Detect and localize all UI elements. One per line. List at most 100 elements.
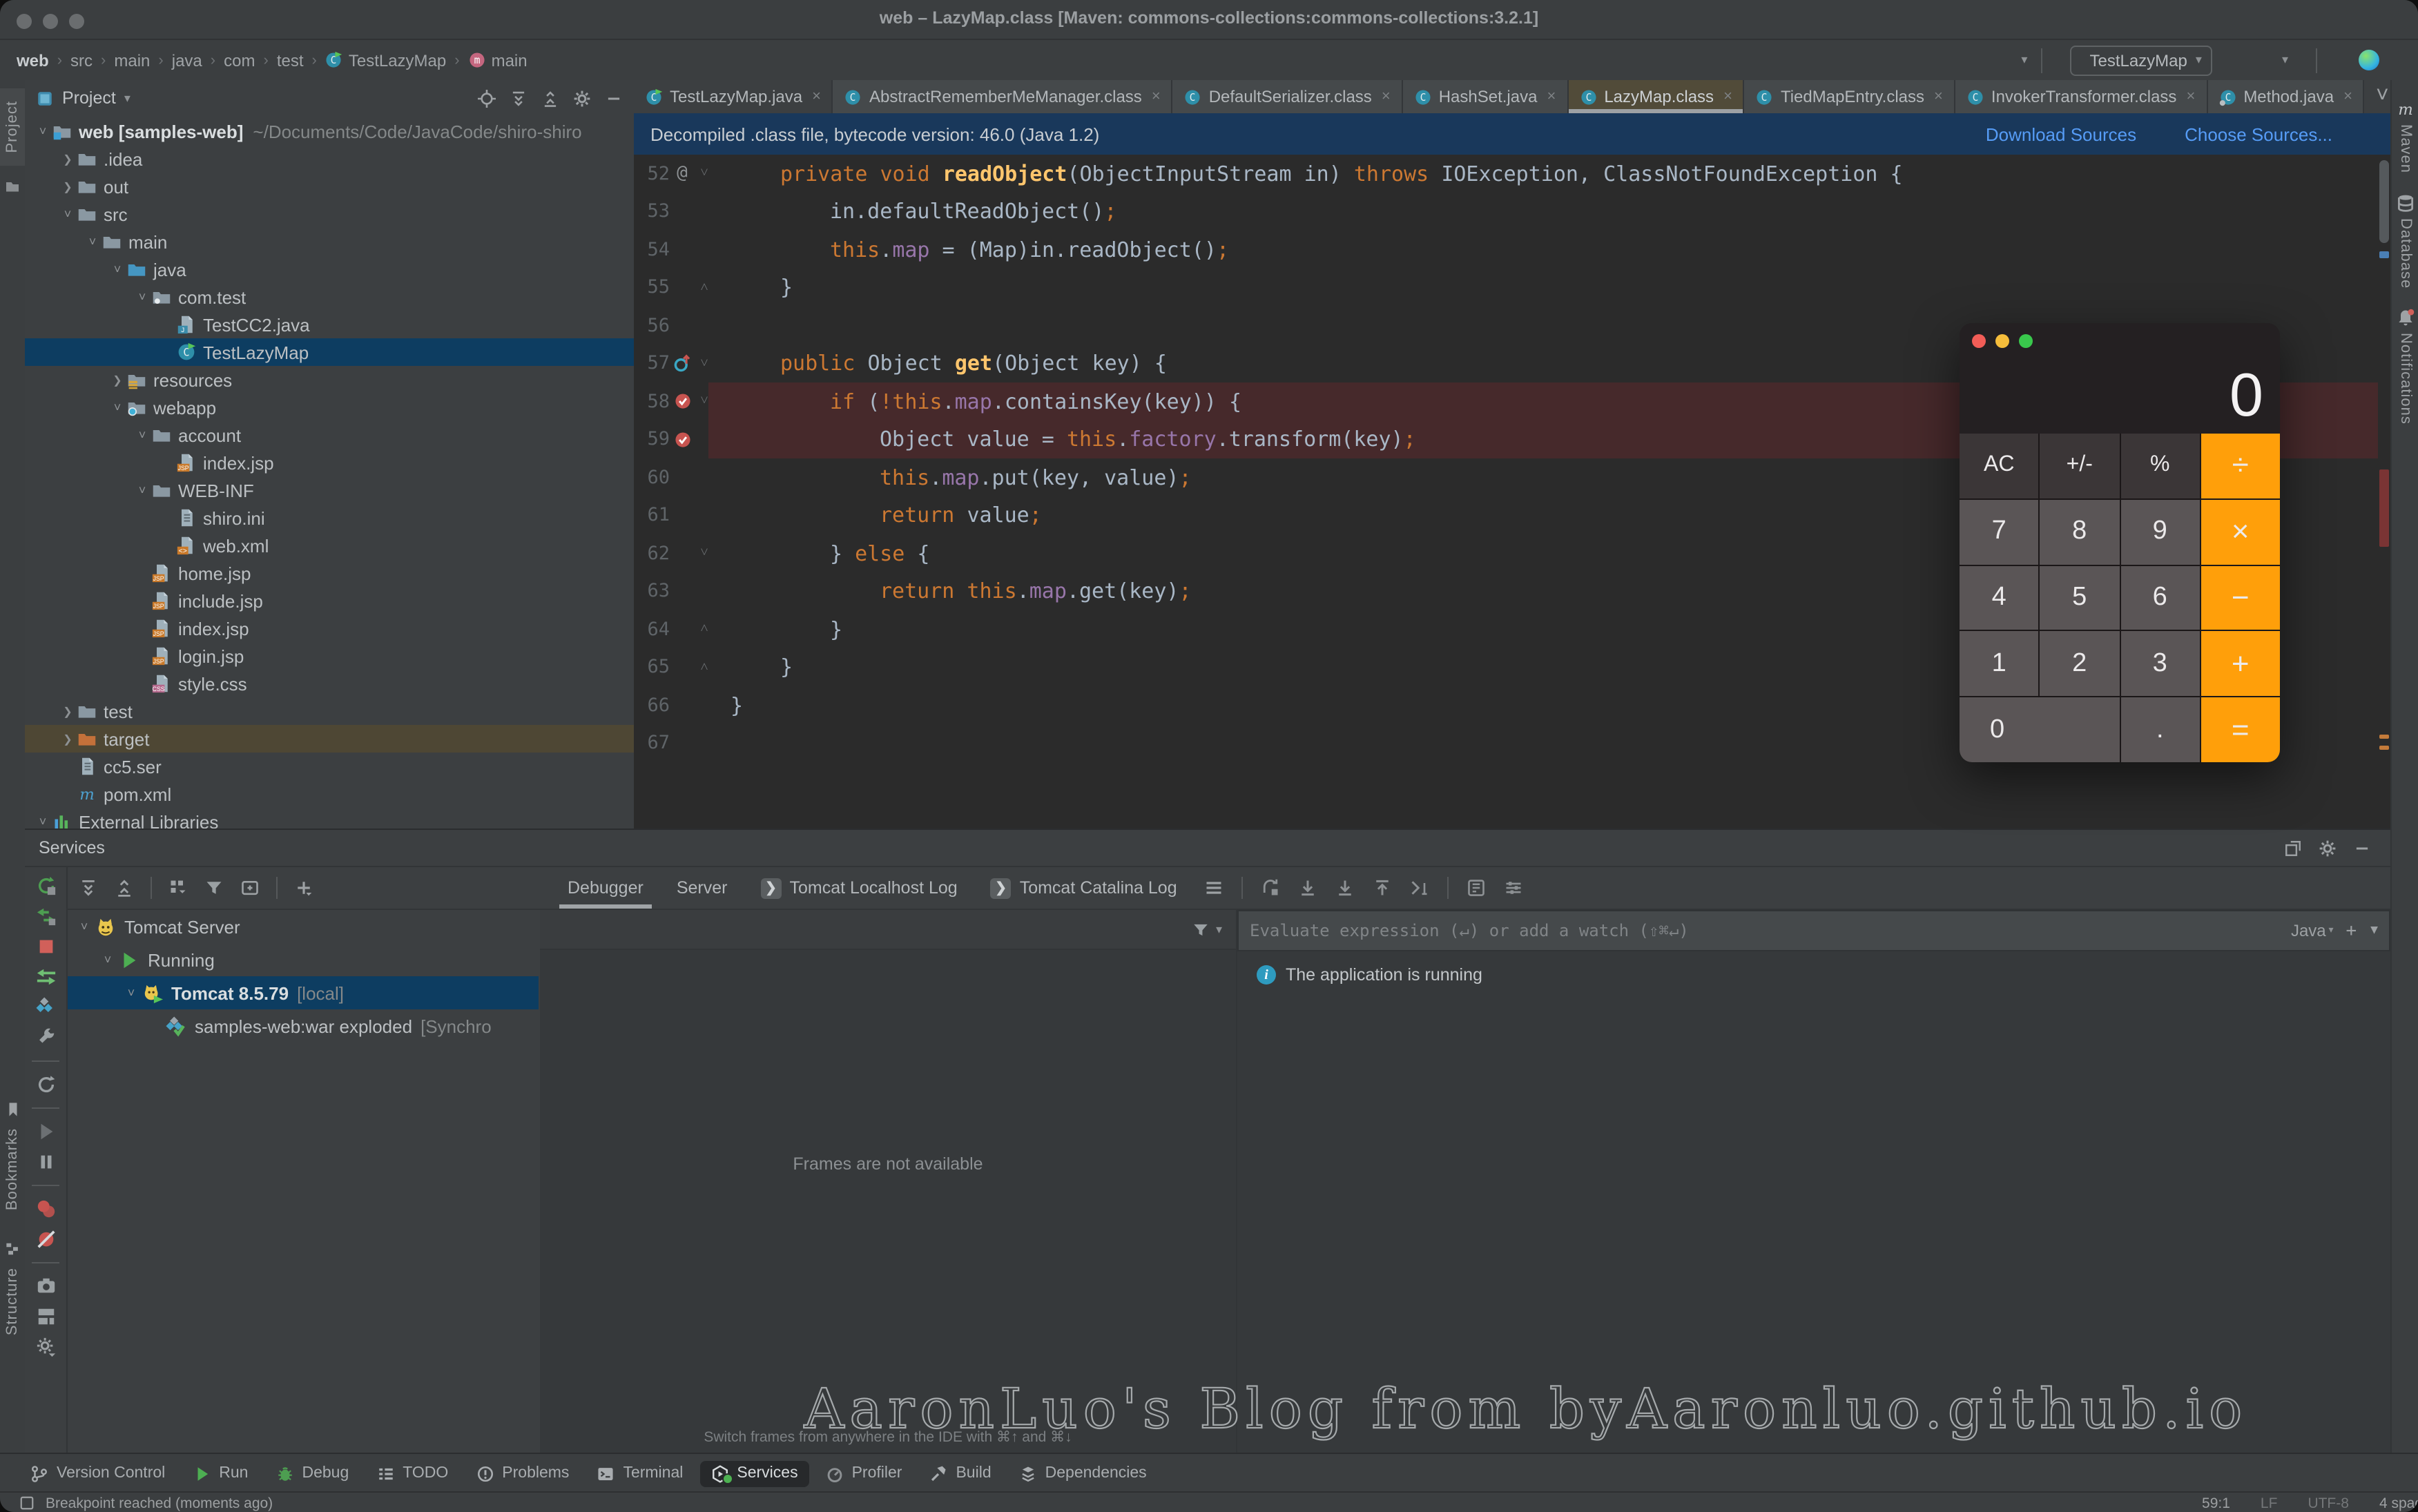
tool-window-structure[interactable]: Structure bbox=[4, 1267, 21, 1335]
tree-item-test[interactable]: ❯test bbox=[25, 697, 634, 725]
artifacts-icon[interactable] bbox=[35, 997, 56, 1018]
tab-close-icon[interactable]: × bbox=[812, 88, 821, 105]
stop-icon[interactable] bbox=[35, 936, 56, 957]
download-sources-link[interactable]: Download Sources bbox=[1986, 124, 2136, 144]
tool-window-button-Debug[interactable]: Debug bbox=[264, 1460, 360, 1486]
resume-icon[interactable] bbox=[35, 1121, 56, 1142]
download2-icon[interactable] bbox=[1336, 878, 1355, 898]
tree-item-account[interactable]: ˅account bbox=[25, 421, 634, 449]
tree-item-com.test[interactable]: ˅com.test bbox=[25, 283, 634, 311]
status-59-1[interactable]: 59:1 bbox=[2202, 1495, 2230, 1511]
calc-button-3[interactable]: 3 bbox=[2120, 632, 2200, 697]
tool-window-button-Dependencies[interactable]: Dependencies bbox=[1008, 1460, 1158, 1486]
project-title-chevron-icon[interactable]: ▾ bbox=[124, 90, 130, 106]
hamburger-icon[interactable] bbox=[1205, 878, 1224, 898]
tab-close-icon[interactable]: × bbox=[1152, 88, 1161, 105]
code-line-53[interactable]: 53in.defaultReadObject(); bbox=[634, 193, 2378, 231]
tree-item-index.jsp[interactable]: JSPindex.jsp bbox=[25, 449, 634, 476]
tree-item-include.jsp[interactable]: JSPinclude.jsp bbox=[25, 587, 634, 614]
run-configuration-select[interactable]: TestLazyMap ▾ bbox=[2070, 45, 2212, 75]
tab-close-icon[interactable]: × bbox=[1934, 88, 1943, 105]
editor-tab-TestLazyMap.java[interactable]: CTestLazyMap.java× bbox=[634, 80, 833, 113]
calc-button-9[interactable]: 9 bbox=[2120, 500, 2200, 565]
breadcrumb-item-java[interactable]: java bbox=[169, 50, 205, 70]
service-item-samples-web-war-exploded[interactable]: samples-web:war exploded[Synchro bbox=[68, 1009, 539, 1043]
collapse-all-icon[interactable] bbox=[541, 89, 559, 107]
tool-window-button-Terminal[interactable]: Terminal bbox=[586, 1460, 694, 1486]
new-frame-icon[interactable] bbox=[240, 878, 260, 898]
tab-close-icon[interactable]: × bbox=[1723, 88, 1732, 105]
tree-item-src[interactable]: ˅src bbox=[25, 200, 634, 228]
fold-marker-icon[interactable]: ˄ bbox=[695, 280, 714, 295]
breadcrumb-item-test[interactable]: test bbox=[274, 50, 307, 70]
tree-item-webapp[interactable]: ˅webapp bbox=[25, 394, 634, 421]
calc-button-AC[interactable]: AC bbox=[1960, 434, 2039, 498]
calc-button-+/-[interactable]: +/- bbox=[2040, 434, 2120, 498]
tree-chevron-icon[interactable]: ˅ bbox=[133, 483, 152, 497]
gear-icon[interactable] bbox=[2319, 839, 2337, 857]
editor-tab-AbstractRememberMeManager.class[interactable]: CAbstractRememberMeManager.class× bbox=[833, 80, 1173, 113]
refresh-icon[interactable] bbox=[35, 1074, 56, 1095]
calc-minimize-button[interactable] bbox=[1995, 334, 2009, 348]
add-service-icon[interactable] bbox=[294, 878, 313, 898]
language-select[interactable]: Java bbox=[2291, 921, 2326, 940]
tree-chevron-icon[interactable]: ˅ bbox=[58, 207, 77, 221]
tree-chevron-icon[interactable]: ❯ bbox=[58, 705, 77, 717]
wrench-icon[interactable] bbox=[35, 1027, 56, 1048]
rerun-icon[interactable] bbox=[35, 875, 56, 896]
tool-window-button-TODO[interactable]: TODO bbox=[365, 1460, 459, 1486]
tab-close-icon[interactable]: × bbox=[2186, 88, 2195, 105]
upload-icon[interactable] bbox=[1373, 878, 1393, 898]
calc-button-+[interactable]: + bbox=[2201, 632, 2281, 697]
tree-item-style.css[interactable]: CSSstyle.css bbox=[25, 670, 634, 697]
project-panel-title[interactable]: Project bbox=[62, 88, 116, 108]
debugger-tab-Tomcat-Localhost-Log[interactable]: ❯Tomcat Localhost Log bbox=[746, 867, 971, 909]
commit-icon[interactable] bbox=[4, 177, 21, 202]
tree-chevron-icon[interactable]: ˅ bbox=[83, 235, 102, 249]
fold-marker-icon[interactable]: ˅ bbox=[695, 546, 714, 561]
collapse-all-icon[interactable] bbox=[115, 878, 134, 898]
tool-window-button-Services[interactable]: Services bbox=[699, 1460, 809, 1486]
tree-item-WEB-INF[interactable]: ˅WEB-INF bbox=[25, 476, 634, 504]
breadcrumb-item-src[interactable]: src bbox=[68, 50, 95, 70]
tree-chevron-icon[interactable]: ˅ bbox=[133, 290, 152, 304]
tree-item-index.jsp[interactable]: JSPindex.jsp bbox=[25, 614, 634, 642]
breakpoint-icon[interactable] bbox=[670, 393, 695, 411]
tool-window-button-Version-Control[interactable]: Version Control bbox=[19, 1460, 176, 1486]
tree-item-resources[interactable]: ❯resources bbox=[25, 366, 634, 394]
tool-window-bookmarks[interactable]: Bookmarks bbox=[4, 1128, 21, 1210]
tool-window-button-Problems[interactable]: Problems bbox=[465, 1460, 580, 1486]
locate-icon[interactable] bbox=[478, 89, 496, 107]
settings-sliders-icon[interactable] bbox=[1505, 878, 1524, 898]
tree-chevron-icon[interactable]: ˅ bbox=[33, 124, 52, 138]
tree-chevron-icon[interactable]: ˅ bbox=[33, 815, 52, 828]
breadcrumb-item-main[interactable]: mmain bbox=[465, 50, 530, 70]
calc-button-1[interactable]: 1 bbox=[1960, 632, 2039, 697]
hidden-tabs-chevron-icon[interactable]: ˅ bbox=[2376, 84, 2389, 109]
code-line-55[interactable]: 55˄} bbox=[634, 269, 2378, 307]
calc-button-%[interactable]: % bbox=[2120, 434, 2200, 498]
tree-chevron-icon[interactable]: ❯ bbox=[58, 153, 77, 165]
calc-button-=[interactable]: = bbox=[2201, 697, 2281, 762]
tree-chevron-icon[interactable]: ˅ bbox=[97, 953, 119, 967]
status-message[interactable]: Breakpoint reached (moments ago) bbox=[46, 1495, 273, 1511]
status-LF[interactable]: LF bbox=[2261, 1495, 2278, 1511]
calc-zoom-button[interactable] bbox=[2019, 334, 2033, 348]
tree-item-web.xml[interactable]: <>web.xml bbox=[25, 532, 634, 559]
tree-chevron-icon[interactable]: ❯ bbox=[58, 180, 77, 193]
debugger-tab-Tomcat-Catalina-Log[interactable]: ❯Tomcat Catalina Log bbox=[977, 867, 1191, 909]
expand-all-icon[interactable] bbox=[510, 89, 528, 107]
filter-chevron-icon[interactable]: ▾ bbox=[1216, 922, 1222, 937]
tool-window-button-Run[interactable]: Run bbox=[182, 1460, 259, 1486]
update-app-icon[interactable] bbox=[35, 906, 56, 927]
tool-window-button-Build[interactable]: Build bbox=[918, 1460, 1002, 1486]
minimize-icon[interactable] bbox=[605, 89, 623, 107]
breakpoint-icon[interactable] bbox=[670, 431, 695, 449]
tree-item-shiro.ini[interactable]: shiro.ini bbox=[25, 504, 634, 532]
editor-tab-TiedMapEntry.class[interactable]: CTiedMapEntry.class× bbox=[1745, 80, 1955, 113]
fold-marker-icon[interactable]: ˄ bbox=[695, 660, 714, 675]
tool-window-button-Profiler[interactable]: Profiler bbox=[815, 1460, 913, 1486]
tree-item-TestCC2.java[interactable]: JTestCC2.java bbox=[25, 311, 634, 338]
tree-chevron-icon[interactable]: ˅ bbox=[73, 920, 95, 933]
status-window-icon[interactable] bbox=[19, 1495, 35, 1511]
